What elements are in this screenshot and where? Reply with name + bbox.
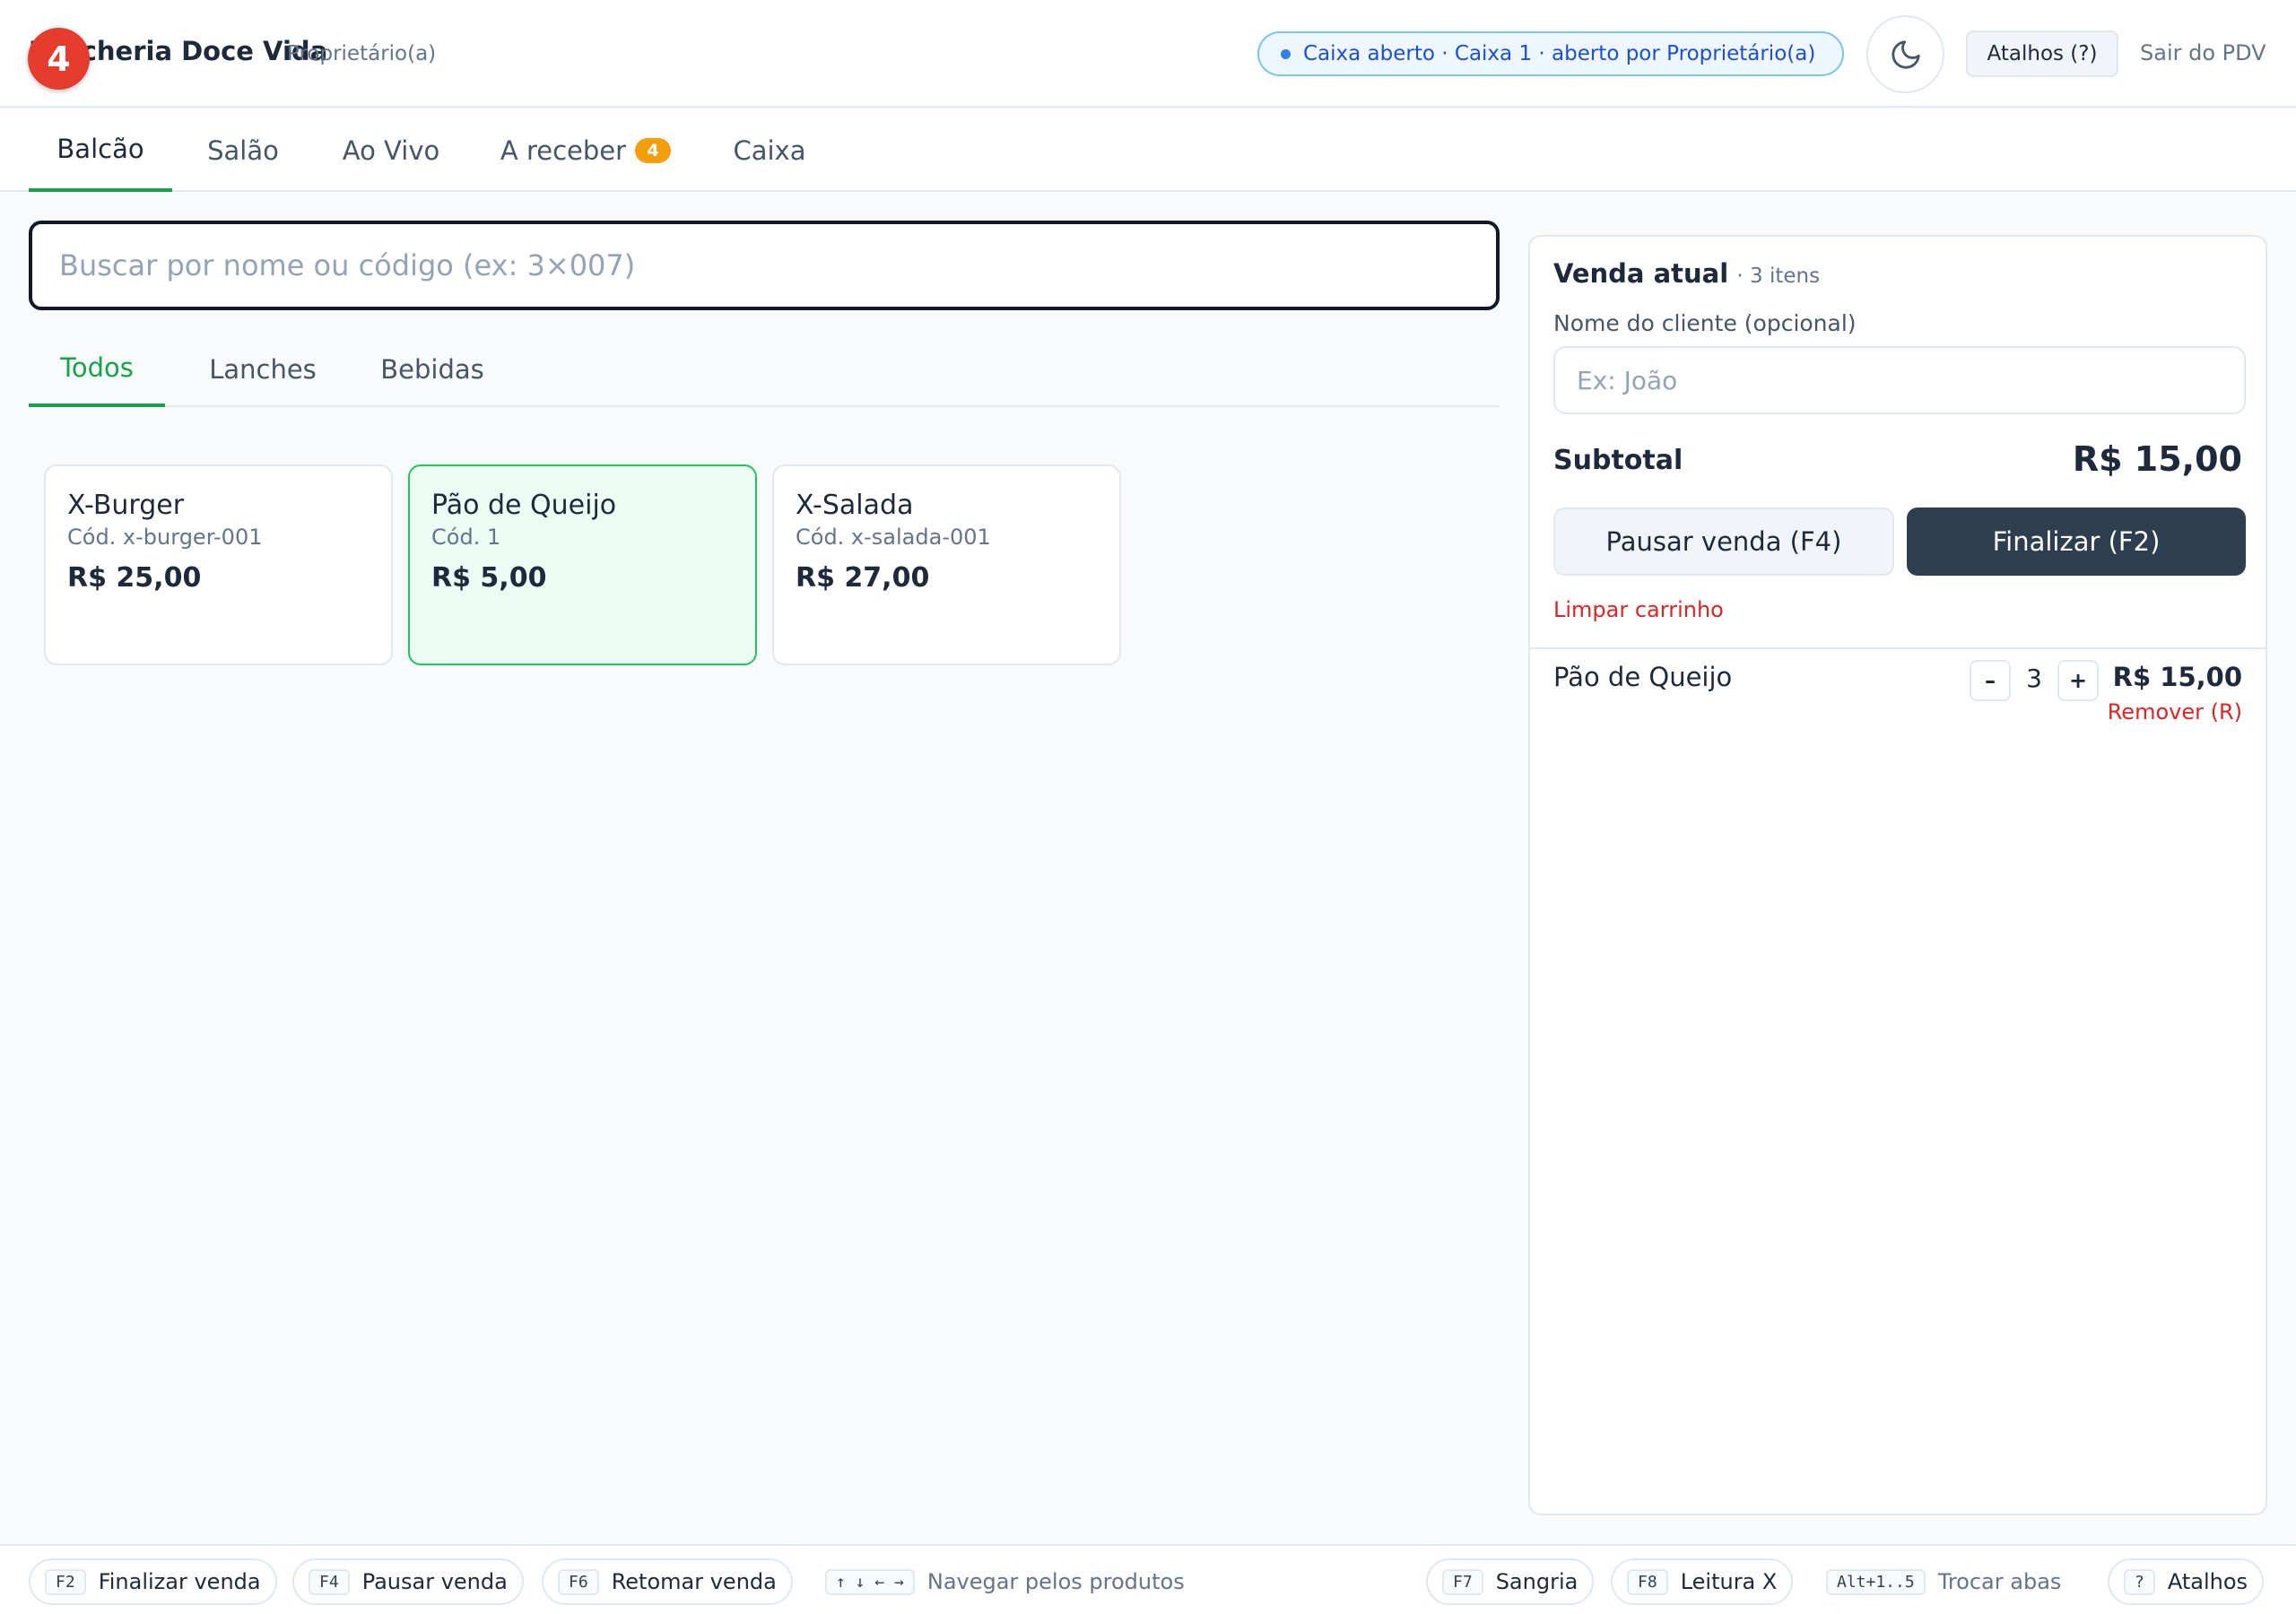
shortcut-label: Sangria	[1495, 1569, 1578, 1594]
product-card-x-burger[interactable]: X-Burger Cód. x-burger-001 R$ 25,00	[44, 464, 393, 665]
shortcut-label: Navegar pelos produtos	[926, 1569, 1185, 1594]
cart-item-price: R$ 15,00	[2112, 662, 2242, 692]
client-name-label: Nome do cliente (opcional)	[1553, 310, 1857, 336]
cart-panel: Venda atual · 3 itens Nome do cliente (o…	[1528, 235, 2267, 1515]
shortcut-retomar-venda[interactable]: F6 Retomar venda	[542, 1558, 793, 1605]
product-price: R$ 5,00	[431, 562, 547, 594]
shortcut-label: Finalizar venda	[98, 1569, 261, 1594]
notification-badge: 4	[28, 28, 90, 90]
shortcut-leitura-x[interactable]: F8 Leitura X	[1611, 1558, 1794, 1605]
remove-item-link[interactable]: Remover (R)	[2108, 699, 2242, 725]
cart-title: Venda atual · 3 itens	[1553, 258, 1820, 289]
client-name-input[interactable]	[1577, 365, 2244, 395]
search-input[interactable]	[59, 248, 1496, 282]
product-name: X-Salada	[796, 490, 914, 521]
product-name: Pão de Queijo	[431, 490, 617, 521]
tab-label: Caixa	[733, 135, 806, 166]
cart-divider	[1530, 647, 2266, 649]
shortcut-sangria[interactable]: F7 Sangria	[1426, 1558, 1595, 1605]
shortcut-navegar-produtos: ↑ ↓ ← → Navegar pelos produtos	[825, 1558, 1185, 1605]
shortcut-key: F8	[1627, 1568, 1668, 1595]
product-price: R$ 25,00	[67, 562, 202, 594]
shortcut-label: Leitura X	[1680, 1569, 1778, 1594]
tab-label: Ao Vivo	[342, 135, 440, 166]
increase-quantity-button[interactable]: +	[2057, 660, 2099, 701]
moon-icon	[1891, 39, 1920, 69]
decrease-quantity-button[interactable]: –	[1970, 660, 2011, 701]
shortcut-key: Alt+1..5	[1826, 1568, 1926, 1595]
tab-salao[interactable]: Salão	[187, 109, 300, 192]
product-name: X-Burger	[67, 490, 185, 521]
shortcut-pausar-venda[interactable]: F4 Pausar venda	[292, 1558, 524, 1605]
category-label: Lanches	[209, 354, 317, 385]
item-quantity: 3	[2026, 664, 2042, 693]
tab-label: A receber	[500, 135, 627, 166]
shortcuts-footer: F2 Finalizar venda F4 Pausar venda F6 Re…	[0, 1544, 2296, 1614]
shortcut-atalhos[interactable]: ? Atalhos	[2108, 1558, 2265, 1605]
subtotal-value: R$ 15,00	[2072, 439, 2242, 479]
category-label: Todos	[60, 352, 134, 383]
shortcut-label: Atalhos	[2167, 1569, 2248, 1594]
pause-sale-button[interactable]: Pausar venda (F4)	[1553, 508, 1894, 576]
top-header: 4 Lancheria Doce Vida Proprietário(a) Ca…	[0, 0, 2296, 108]
user-role: Proprietário(a)	[287, 42, 437, 65]
shortcut-key: F6	[558, 1568, 599, 1595]
theme-toggle-button[interactable]	[1866, 15, 1944, 93]
shortcut-key: F7	[1442, 1568, 1483, 1595]
category-tab-lanches[interactable]: Lanches	[196, 332, 330, 407]
cart-item-count: · 3 itens	[1736, 265, 1821, 288]
product-code: Cód. x-burger-001	[67, 525, 263, 550]
cart-title-text: Venda atual	[1553, 258, 1729, 289]
subtotal-label: Subtotal	[1553, 445, 1683, 476]
product-price: R$ 27,00	[796, 562, 930, 594]
tab-balcao[interactable]: Balcão	[29, 109, 172, 192]
cash-register-status-text: Caixa aberto · Caixa 1 · aberto por Prop…	[1303, 42, 1816, 65]
tab-label: Salão	[207, 135, 279, 166]
category-tab-bebidas[interactable]: Bebidas	[361, 332, 504, 407]
product-card-pao-de-queijo[interactable]: Pão de Queijo Cód. 1 R$ 5,00	[408, 464, 757, 665]
shortcut-trocar-abas: Alt+1..5 Trocar abas	[1826, 1558, 2061, 1605]
exit-pos-link[interactable]: Sair do PDV	[2140, 40, 2266, 65]
finish-sale-button[interactable]: Finalizar (F2)	[1907, 508, 2246, 576]
shortcut-key: F2	[45, 1568, 86, 1595]
cash-register-status: Caixa aberto · Caixa 1 · aberto por Prop…	[1257, 31, 1844, 76]
shortcut-label: Trocar abas	[1937, 1569, 2062, 1594]
shortcut-key: ↑ ↓ ← →	[825, 1568, 915, 1595]
status-dot-icon	[1281, 48, 1291, 59]
cart-item-name: Pão de Queijo	[1553, 662, 1733, 692]
tab-label: Balcão	[57, 134, 144, 164]
shortcut-key: F4	[309, 1568, 350, 1595]
clear-cart-link[interactable]: Limpar carrinho	[1553, 597, 1724, 622]
shortcut-label: Retomar venda	[611, 1569, 777, 1594]
tab-a-receber[interactable]: A receber 4	[491, 109, 680, 192]
pending-count-badge: 4	[635, 138, 672, 163]
shortcut-key: ?	[2124, 1568, 2155, 1595]
main-tabs: Balcão Salão Ao Vivo A receber 4 Caixa	[0, 109, 2296, 192]
product-search	[29, 221, 1500, 310]
product-code: Cód. 1	[431, 525, 501, 550]
product-code: Cód. x-salada-001	[796, 525, 991, 550]
product-card-x-salada[interactable]: X-Salada Cód. x-salada-001 R$ 27,00	[772, 464, 1121, 665]
tab-caixa[interactable]: Caixa	[718, 109, 822, 192]
category-tab-todos[interactable]: Todos	[29, 332, 165, 407]
client-name-field	[1553, 346, 2246, 414]
shortcut-label: Pausar venda	[361, 1569, 508, 1594]
shortcuts-button[interactable]: Atalhos (?)	[1966, 30, 2118, 77]
shortcut-finalizar-venda[interactable]: F2 Finalizar venda	[29, 1558, 277, 1605]
category-tabs: Todos Lanches Bebidas	[29, 332, 1500, 407]
category-label: Bebidas	[380, 354, 484, 385]
tab-ao-vivo[interactable]: Ao Vivo	[325, 109, 457, 192]
